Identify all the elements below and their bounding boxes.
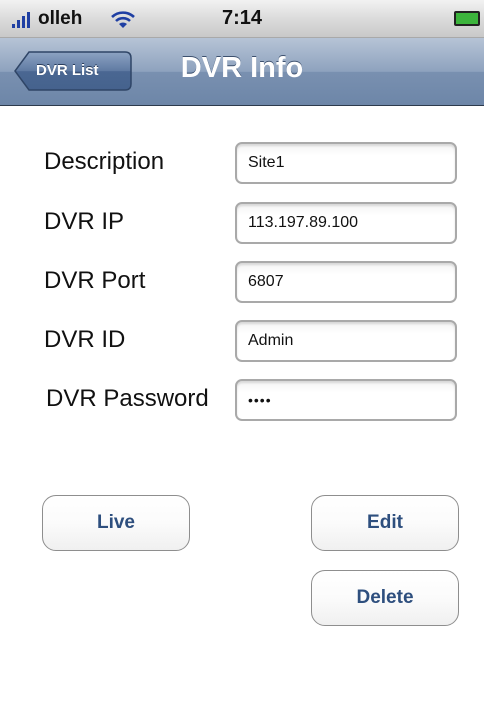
dvr-ip-label: DVR IP xyxy=(44,208,125,235)
description-label: Description xyxy=(44,148,165,175)
description-value: Site1 xyxy=(248,154,285,171)
dvr-port-field[interactable]: 6807 xyxy=(235,261,457,303)
description-field[interactable]: Site1 xyxy=(235,142,457,184)
dvr-port-row: DVR Port 6807 xyxy=(0,255,484,311)
dvr-id-value: Admin xyxy=(248,332,294,349)
dvr-password-value: •••• xyxy=(248,392,272,408)
status-bar: olleh 7:14 xyxy=(0,0,484,38)
dvr-id-label: DVR ID xyxy=(44,326,126,353)
dvr-port-value: 6807 xyxy=(248,273,284,290)
dvr-port-label: DVR Port xyxy=(44,267,146,294)
dvr-ip-value: 113.197.89.100 xyxy=(248,214,359,231)
delete-button[interactable]: Delete xyxy=(311,570,459,626)
dvr-id-field[interactable]: Admin xyxy=(235,320,457,362)
edit-button[interactable]: Edit xyxy=(311,495,459,551)
dvr-password-field[interactable]: •••• xyxy=(235,379,457,421)
dvr-ip-row: DVR IP 113.197.89.100 xyxy=(0,196,484,252)
dvr-password-row: DVR Password •••• xyxy=(0,373,484,429)
live-button[interactable]: Live xyxy=(42,495,190,551)
dvr-password-label: DVR Password xyxy=(46,385,209,412)
status-time: 7:14 xyxy=(221,7,263,29)
battery-icon xyxy=(454,11,480,26)
page-title: DVR Info xyxy=(180,52,304,84)
dvr-ip-field[interactable]: 113.197.89.100 xyxy=(235,202,457,244)
description-row: Description Site1 xyxy=(0,136,484,192)
dvr-id-row: DVR ID Admin xyxy=(0,314,484,370)
navigation-bar: DVR List DVR Info xyxy=(0,38,484,106)
